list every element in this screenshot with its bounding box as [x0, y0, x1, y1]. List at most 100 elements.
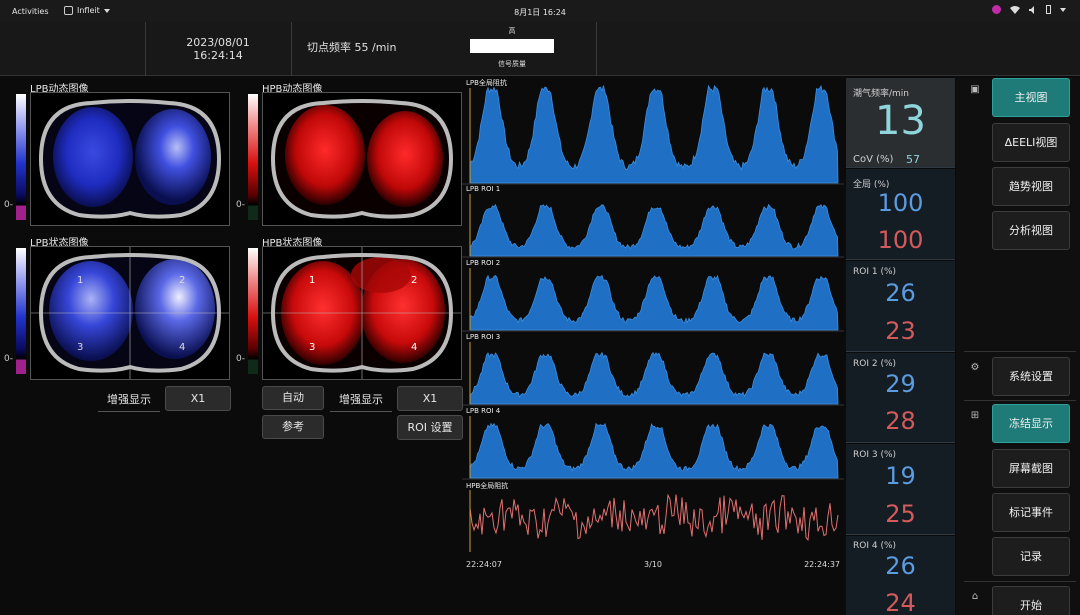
colorbar-zero: 0-	[4, 200, 13, 210]
wave-trace	[469, 274, 839, 331]
global-hpb-value: 100	[877, 226, 924, 254]
status-indicator-icon	[992, 5, 1001, 14]
cov-label: CoV (%)	[853, 154, 894, 165]
header-divider	[291, 22, 292, 76]
eit-image	[31, 247, 229, 379]
lpb-enhance-label: 增强显示	[98, 390, 160, 412]
wave-trace	[469, 203, 839, 257]
nav-divider	[964, 351, 1076, 352]
roi2-label: ROI 2 (%)	[853, 359, 897, 369]
eit-image	[270, 99, 454, 219]
waveform-panel: LPB全局阻抗 LPB ROI 1 LPB ROI 2 LPB ROI 3 LP…	[462, 78, 844, 575]
roi4-lpb-value: 26	[885, 552, 916, 580]
roi3-lpb-value: 19	[885, 462, 916, 490]
roi2-panel: ROI 2 (%) 29 28	[846, 353, 955, 443]
window-icon: ▣	[970, 84, 980, 95]
global-panel: 全局 (%) 100 100	[846, 169, 955, 260]
eeli-view-button[interactable]: ΔEELI视图	[992, 123, 1070, 162]
start-button[interactable]: 开始	[992, 586, 1070, 615]
cov-value: 57	[906, 153, 920, 166]
colorbar-zero: 0-	[236, 200, 245, 210]
colorbar-zero: 0-	[236, 354, 245, 364]
auto-button[interactable]: 自动	[262, 386, 324, 410]
date-text: 2023/08/01	[186, 36, 250, 49]
wifi-icon	[1010, 5, 1020, 14]
hpb-status-image: 1 2 3 4	[262, 246, 462, 380]
lpb-dynamic-image	[30, 92, 230, 226]
hpb-dynamic-image	[262, 92, 462, 226]
roi4-panel: ROI 4 (%) 26 24	[846, 536, 955, 615]
home-icon: ⌂	[971, 591, 979, 602]
gear-icon: ⚙	[970, 362, 980, 373]
hpb-colorbar	[248, 248, 258, 374]
hpb-zoom-button[interactable]: X1	[397, 386, 463, 411]
volume-icon	[1029, 5, 1034, 14]
roi-number: 2	[179, 275, 186, 286]
roi1-panel: ROI 1 (%) 26 23	[846, 261, 955, 352]
chevron-down-icon	[1060, 7, 1066, 12]
signal-level-text: 高	[508, 27, 516, 35]
wave-trace	[469, 351, 839, 405]
roi-number: 1	[77, 275, 84, 286]
system-top-bar: Activities Infleit 8月1日 16:24	[0, 0, 1080, 22]
lpb-colorbar	[16, 248, 26, 374]
roi-number: 3	[309, 342, 316, 353]
eit-image	[38, 99, 222, 219]
roi-settings-button[interactable]: ROI 设置	[397, 415, 463, 440]
roi-number: 3	[77, 342, 84, 353]
roi2-hpb-value: 28	[885, 407, 916, 435]
screenshot-button[interactable]: 屏幕截图	[992, 449, 1070, 488]
hpb-colorbar	[248, 94, 258, 220]
resp-rate-panel: 潮气频率/min 13 CoV (%) 57	[846, 78, 955, 168]
system-settings-button[interactable]: 系统设置	[992, 357, 1070, 396]
roi4-hpb-value: 24	[885, 589, 916, 615]
global-lpb-value: 100	[877, 189, 924, 217]
wave-trace	[469, 422, 839, 479]
cutoff-rate: 切点频率 55 /min	[307, 41, 397, 54]
hpb-enhance-label: 增强显示	[330, 390, 392, 412]
roi3-hpb-value: 25	[885, 500, 916, 528]
nav-divider	[964, 400, 1076, 401]
roi-number: 4	[411, 342, 418, 353]
roi-number: 4	[179, 342, 186, 353]
datetime-display: 2023/08/01 16:24:14	[146, 36, 290, 62]
roi1-hpb-value: 23	[885, 317, 916, 345]
roi2-lpb-value: 29	[885, 370, 916, 398]
side-navigation: ▣ 主视图 ΔEELI视图 趋势视图 分析视图 ⚙ 系统设置 ⊞ 冻结显示 屏幕…	[956, 78, 1080, 615]
trend-view-button[interactable]: 趋势视图	[992, 167, 1070, 206]
device-header: 2023/08/01 16:24:14 切点频率 55 /min 高 信号质量	[0, 22, 1080, 76]
analysis-view-button[interactable]: 分析视图	[992, 211, 1070, 250]
eit-image	[263, 247, 461, 379]
resp-rate-value: 13	[875, 98, 926, 144]
roi3-label: ROI 3 (%)	[853, 450, 897, 460]
system-tray[interactable]	[992, 5, 1066, 14]
record-button[interactable]: 记录	[992, 537, 1070, 576]
roi1-label: ROI 1 (%)	[853, 267, 897, 277]
colorbar-zero: 0-	[4, 354, 13, 364]
lpb-colorbar	[16, 94, 26, 220]
main-view-button[interactable]: 主视图	[992, 78, 1070, 117]
roi1-lpb-value: 26	[885, 279, 916, 307]
header-divider	[596, 22, 597, 76]
battery-icon	[1046, 5, 1051, 14]
roi-number: 1	[309, 275, 316, 286]
reference-button[interactable]: 参考	[262, 415, 324, 439]
signal-quality-label: 信号质量	[498, 60, 526, 68]
page-indicator[interactable]: 3/10	[462, 560, 844, 569]
roi-number: 2	[411, 275, 418, 286]
lpb-zoom-button[interactable]: X1	[165, 386, 231, 411]
grid-icon: ⊞	[970, 410, 980, 421]
hpb-wave-trace	[469, 493, 839, 542]
wave-trace	[469, 84, 839, 184]
system-clock[interactable]: 8月1日 16:24	[0, 7, 1080, 18]
nav-divider	[964, 581, 1076, 582]
roi4-label: ROI 4 (%)	[853, 541, 897, 551]
mark-event-button[interactable]: 标记事件	[992, 493, 1070, 532]
waveform-canvas	[462, 84, 844, 552]
signal-quality-bar	[470, 39, 554, 53]
roi3-panel: ROI 3 (%) 19 25	[846, 444, 955, 535]
time-text: 16:24:14	[193, 49, 243, 62]
time-end: 22:24:37	[804, 560, 840, 569]
lpb-status-image: 1 2 3 4	[30, 246, 230, 380]
freeze-button[interactable]: 冻结显示	[992, 404, 1070, 443]
